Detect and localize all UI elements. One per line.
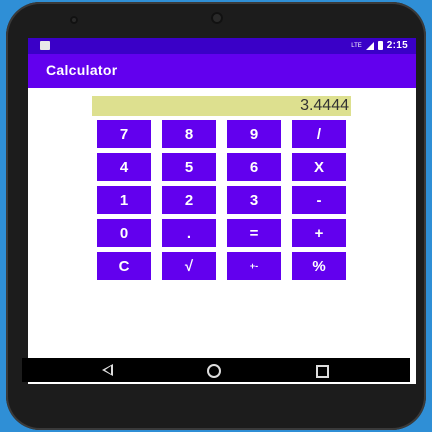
sd-card-icon <box>40 41 50 50</box>
back-icon[interactable] <box>102 364 113 376</box>
key-percent[interactable]: % <box>292 252 346 280</box>
battery-icon <box>377 41 383 50</box>
key-3[interactable]: 3 <box>227 186 281 214</box>
key-6[interactable]: 6 <box>227 153 281 181</box>
key-add[interactable]: + <box>292 219 346 247</box>
calculator-display: 3.4444 <box>92 96 351 116</box>
key-divide[interactable]: / <box>292 120 346 148</box>
key-negate[interactable]: +- <box>227 252 281 280</box>
phone-frame: LTE 2:15 Calculator 3.4444 7 8 9 / 4 5 6… <box>6 2 426 430</box>
screen: LTE 2:15 Calculator 3.4444 7 8 9 / 4 5 6… <box>28 38 416 384</box>
key-subtract[interactable]: - <box>292 186 346 214</box>
recent-apps-icon[interactable] <box>316 365 329 378</box>
key-4[interactable]: 4 <box>97 153 151 181</box>
home-icon[interactable] <box>207 364 221 378</box>
key-decimal[interactable]: . <box>162 219 216 247</box>
key-multiply[interactable]: X <box>292 153 346 181</box>
app-bar: Calculator <box>28 54 416 88</box>
key-1[interactable]: 1 <box>97 186 151 214</box>
proximity-sensor <box>70 16 78 24</box>
front-camera <box>211 12 223 24</box>
signal-icon <box>365 41 374 50</box>
key-sqrt[interactable]: √ <box>162 252 216 280</box>
key-8[interactable]: 8 <box>162 120 216 148</box>
key-2[interactable]: 2 <box>162 186 216 214</box>
keypad: 7 8 9 / 4 5 6 X 1 2 3 - 0 . = + C √ +- % <box>97 120 347 280</box>
network-label: LTE <box>351 42 362 49</box>
status-time: 2:15 <box>386 40 408 51</box>
status-icons: LTE 2:15 <box>351 40 408 51</box>
key-0[interactable]: 0 <box>97 219 151 247</box>
app-title: Calculator <box>46 62 118 78</box>
navigation-bar <box>22 358 410 382</box>
key-9[interactable]: 9 <box>227 120 281 148</box>
key-equals[interactable]: = <box>227 219 281 247</box>
key-clear[interactable]: C <box>97 252 151 280</box>
status-bar: LTE 2:15 <box>28 38 416 54</box>
key-7[interactable]: 7 <box>97 120 151 148</box>
key-5[interactable]: 5 <box>162 153 216 181</box>
